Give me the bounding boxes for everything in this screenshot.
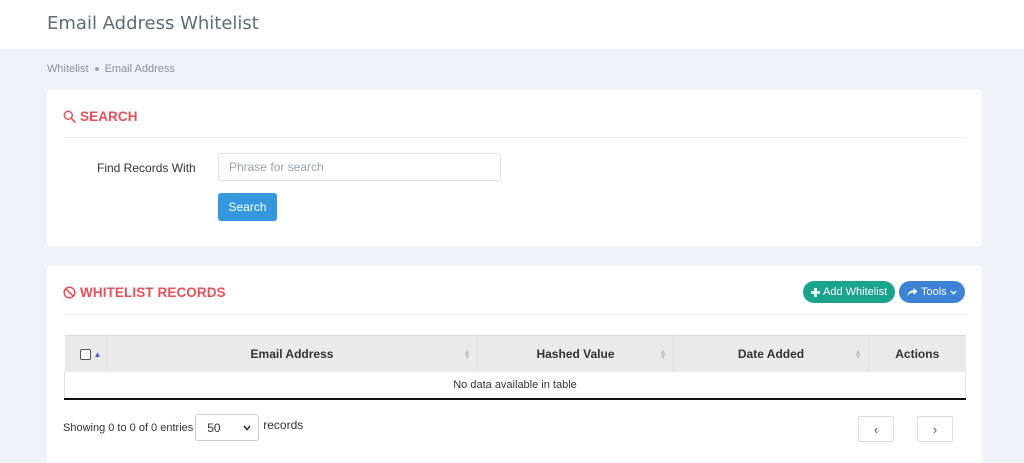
- breadcrumb-item-whitelist[interactable]: Whitelist: [47, 63, 89, 75]
- records-card-title-text: WHITELIST RECORDS: [80, 285, 226, 300]
- previous-page-button[interactable]: ‹: [858, 416, 894, 442]
- table-footer-info: Showing 0 to 0 of 0 entries 50 records: [63, 414, 303, 441]
- table-header-row: ▲ Email Address ▲ ▼ Hashed Value ▲ ▼ Date Ad…: [64, 335, 966, 372]
- search-button[interactable]: Search: [218, 193, 277, 221]
- records-card-divider: [63, 314, 966, 315]
- search-card-divider: [63, 137, 966, 138]
- empty-table-message: No data available in table: [64, 371, 966, 400]
- tools-label: Tools: [921, 286, 947, 298]
- sort-icon: ▲ ▼: [854, 347, 862, 361]
- sort-icon: ▲ ▼: [463, 347, 471, 361]
- page-size-value: 50: [207, 420, 221, 435]
- column-header-email[interactable]: Email Address ▲ ▼: [106, 335, 478, 372]
- add-whitelist-button[interactable]: Add Whitelist: [803, 281, 896, 303]
- records-card-title: WHITELIST RECORDS: [63, 285, 226, 300]
- column-header-hashed-value[interactable]: Hashed Value ▲ ▼: [477, 335, 674, 372]
- search-card: SEARCH Find Records With Search: [47, 90, 982, 246]
- column-header-hashed-value-label: Hashed Value: [536, 346, 615, 361]
- search-card-title: SEARCH: [63, 109, 138, 124]
- add-whitelist-label: Add Whitelist: [823, 286, 888, 298]
- records-label: records: [263, 417, 304, 432]
- chevron-down-icon: [950, 289, 957, 295]
- next-page-button[interactable]: ›: [917, 416, 953, 442]
- breadcrumb: Whitelist Email Address: [47, 63, 175, 75]
- records-table: ▲ Email Address ▲ ▼ Hashed Value ▲ ▼ Date Ad…: [64, 335, 966, 400]
- tools-button[interactable]: Tools: [899, 281, 965, 303]
- breadcrumb-item-email-address: Email Address: [104, 63, 175, 75]
- page-title: Email Address Whitelist: [47, 13, 259, 34]
- select-all-checkbox[interactable]: [79, 349, 91, 361]
- column-header-date-added-label: Date Added: [737, 346, 805, 361]
- find-records-label: Find Records With: [97, 161, 196, 175]
- column-header-email-label: Email Address: [250, 346, 334, 361]
- breadcrumb-separator-dot: [94, 67, 99, 71]
- entries-info: Showing 0 to 0 of 0 entries: [63, 421, 194, 434]
- search-input[interactable]: [218, 153, 501, 181]
- chevron-down-icon: [243, 424, 251, 431]
- select-all-header[interactable]: ▲: [64, 335, 107, 372]
- sort-icon: ▲ ▼: [659, 347, 667, 361]
- plus-icon: [811, 287, 820, 297]
- ban-icon: [63, 286, 76, 299]
- page-size-select[interactable]: 50: [195, 414, 260, 441]
- column-header-date-added[interactable]: Date Added ▲ ▼: [673, 335, 869, 372]
- search-card-title-text: SEARCH: [80, 109, 138, 124]
- search-icon: [63, 110, 76, 123]
- records-card: WHITELIST RECORDS Add Whitelist Tools ▲ …: [47, 266, 982, 463]
- column-header-actions: Actions: [868, 335, 966, 372]
- page-header: Email Address Whitelist: [0, 0, 1024, 49]
- sort-asc-icon: ▲: [93, 350, 102, 360]
- table-row: No data available in table: [64, 371, 966, 400]
- share-icon: [907, 288, 918, 296]
